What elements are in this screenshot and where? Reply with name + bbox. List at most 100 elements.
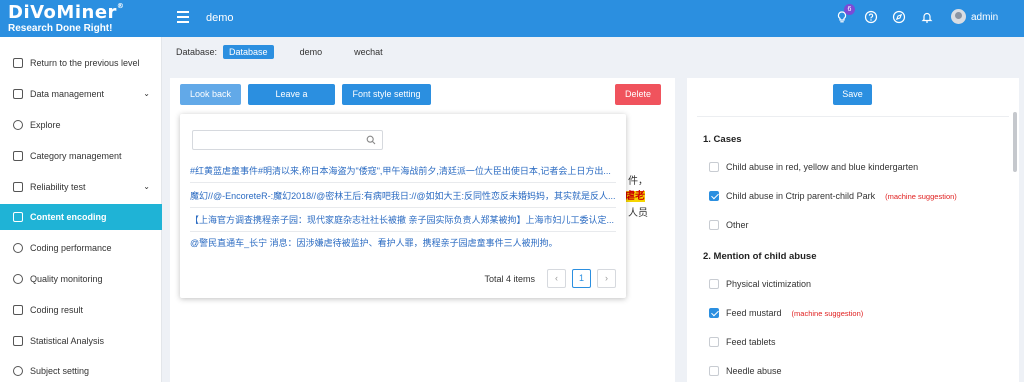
sidebar-item-label: Explore <box>30 120 61 130</box>
logo[interactable]: DiVoMiner® Research Done Right! <box>0 0 162 37</box>
option-label: Child abuse in red, yellow and blue kind… <box>726 162 919 172</box>
checkbox[interactable] <box>709 191 719 201</box>
checkbox[interactable] <box>709 279 719 289</box>
option-label: Feed mustard <box>726 308 782 318</box>
sidebar-item-statistical-analysis[interactable]: Statistical Analysis <box>0 328 162 354</box>
checkbox[interactable] <box>709 220 719 230</box>
test-icon <box>13 182 23 192</box>
look-back-popup: #红黄蓝虐童事件#明清以来,称日本海盗为"倭寇",甲午海战前夕,清廷派一位大臣出… <box>180 114 626 298</box>
option-row[interactable]: Child abuse in red, yellow and blue kind… <box>709 162 918 172</box>
checkbox[interactable] <box>709 308 719 318</box>
chevron-down-icon: ⌄ <box>143 89 150 98</box>
sidebar-item-category-management[interactable]: Category management <box>0 143 162 169</box>
sidebar-item-explore[interactable]: Explore <box>0 112 162 138</box>
option-row[interactable]: Needle abuse <box>709 366 782 376</box>
logo-registered-mark: ® <box>116 2 125 10</box>
document-text: 件， <box>628 176 648 187</box>
checkbox[interactable] <box>709 366 719 376</box>
edit-icon <box>13 212 23 222</box>
option-row[interactable]: Physical victimization <box>709 279 811 289</box>
top-bar: DiVoMiner® Research Done Right! demo 6 a… <box>0 0 1024 37</box>
checkbox[interactable] <box>709 337 719 347</box>
list-item[interactable]: #红黄蓝虐童事件#明清以来,称日本海盗为"倭寇",甲午海战前夕,清廷派一位大臣出… <box>190 159 616 183</box>
divider <box>697 116 1009 117</box>
sidebar-item-label: Coding performance <box>30 243 112 253</box>
machine-suggestion-tag: (machine suggestion) <box>791 308 864 318</box>
logo-tagline: Research Done Right! <box>8 23 113 34</box>
option-row[interactable]: Other <box>709 220 749 230</box>
sidebar-item-coding-result[interactable]: Coding result <box>0 297 162 323</box>
pagination: Total 4 items ‹ 1 › <box>484 269 616 288</box>
menu-icon[interactable] <box>177 11 189 23</box>
sidebar-item-label: Coding result <box>30 305 84 315</box>
document-text-highlight: 虐老 <box>625 187 645 202</box>
notification-badge: 6 <box>844 4 855 15</box>
option-row[interactable]: Feed mustard (machine suggestion) <box>709 308 863 318</box>
logo-text: DiVoMiner <box>8 2 117 23</box>
list-item[interactable]: @警民直通车_长宁 消息：因涉嫌虐待被监护、看护人罪，携程亲子园虐童事件三人被刑… <box>190 231 616 255</box>
leave-message-button[interactable]: Leave a message <box>248 84 335 120</box>
database-bar: Database: Database demo wechat <box>176 45 409 59</box>
next-page-button[interactable]: › <box>597 269 616 288</box>
sidebar-item-label: Reliability test <box>30 182 86 192</box>
save-button[interactable]: Save <box>833 84 872 105</box>
settings-icon <box>13 366 23 376</box>
look-back-button[interactable]: Look back <box>180 84 241 105</box>
delete-button[interactable]: Delete <box>615 84 661 105</box>
avatar-icon[interactable] <box>951 9 966 24</box>
sidebar-item-label: Subject setting <box>30 366 90 376</box>
font-style-button[interactable]: Font style setting <box>342 84 431 105</box>
search-input[interactable] <box>192 130 383 150</box>
username[interactable]: admin <box>971 12 998 23</box>
database-tab-wechat[interactable]: wechat <box>348 45 389 59</box>
list-item[interactable]: 【上海官方调查携程亲子园：现代家庭杂志社社长被撤 亲子园实际负责人郑某被拘】上海… <box>190 208 616 232</box>
eye-icon <box>13 274 23 284</box>
performance-icon <box>13 243 23 253</box>
result-icon <box>13 305 23 315</box>
section-title: 2. Mention of child abuse <box>703 251 817 262</box>
database-tab-demo[interactable]: demo <box>294 45 329 59</box>
sidebar-item-label: Quality monitoring <box>30 274 103 284</box>
help-icon[interactable] <box>864 10 878 24</box>
sidebar-item-label: Statistical Analysis <box>30 336 105 346</box>
prev-page-button[interactable]: ‹ <box>547 269 566 288</box>
sidebar-item-subject-setting[interactable]: Subject setting <box>0 358 162 382</box>
option-row[interactable]: Feed tablets <box>709 337 776 347</box>
page-number-button[interactable]: 1 <box>572 269 591 288</box>
option-label: Feed tablets <box>726 337 776 347</box>
project-name: demo <box>206 12 234 24</box>
sidebar-item-label: Content encoding <box>30 212 107 222</box>
sidebar-item-label: Return to the previous level <box>30 58 140 68</box>
sidebar-item-content-encoding[interactable]: Content encoding <box>0 204 162 230</box>
option-label: Physical victimization <box>726 279 812 289</box>
bell-icon[interactable] <box>920 10 934 24</box>
sidebar-item-label: Data management <box>30 89 105 99</box>
document-text: 人员 <box>628 208 648 219</box>
option-label: Needle abuse <box>726 366 782 376</box>
sidebar-item-coding-performance[interactable]: Coding performance <box>0 235 162 261</box>
sidebar-item-data-management[interactable]: Data management ⌄ <box>0 81 162 107</box>
option-row[interactable]: Child abuse in Ctrip parent-child Park (m… <box>709 191 957 201</box>
document-icon <box>13 89 23 99</box>
database-tab-database[interactable]: Database <box>223 45 274 59</box>
sidebar: Return to the previous level Data manage… <box>0 37 162 382</box>
database-label: Database: <box>176 47 218 57</box>
section-title: 1. Cases <box>703 134 742 145</box>
explore-icon <box>13 120 23 130</box>
back-icon <box>13 58 23 68</box>
sidebar-item-label: Category management <box>30 151 122 161</box>
compass-icon[interactable] <box>892 10 906 24</box>
list-item[interactable]: 魔幻//@-EncoreteR-:魔幻2018//@密林王后:有病吧我日://@… <box>190 184 616 208</box>
scrollbar[interactable] <box>1013 112 1017 172</box>
chevron-down-icon: ⌄ <box>143 182 150 191</box>
sidebar-item-return[interactable]: Return to the previous level <box>0 50 162 76</box>
sidebar-item-reliability-test[interactable]: Reliability test ⌄ <box>0 174 162 200</box>
chart-icon <box>13 336 23 346</box>
keyword-highlight: 虐老 <box>625 191 645 202</box>
checkbox[interactable] <box>709 162 719 172</box>
total-items: Total 4 items <box>484 273 535 284</box>
option-label: Child abuse in Ctrip parent-child Park <box>726 191 876 201</box>
sidebar-item-quality-monitoring[interactable]: Quality monitoring <box>0 266 162 292</box>
search-icon <box>366 135 376 145</box>
machine-suggestion-tag: (machine suggestion) <box>885 191 957 201</box>
